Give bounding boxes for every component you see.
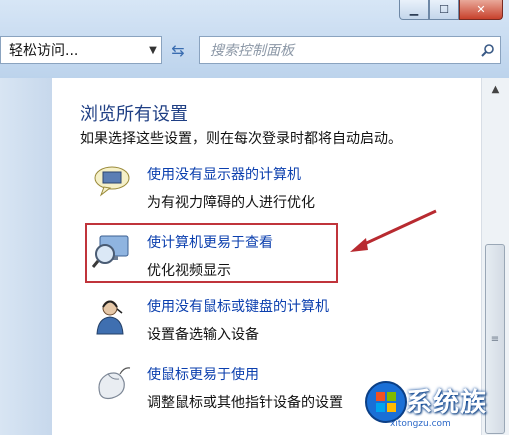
watermark-logo: 系统族 xitongzu.com — [362, 378, 509, 435]
annotation-arrow-icon — [350, 209, 437, 252]
minimize-icon: ▁ — [409, 3, 419, 16]
search-icon[interactable] — [476, 43, 500, 57]
scroll-up-icon[interactable]: ▲ — [482, 78, 509, 100]
setting-link[interactable]: 使用没有鼠标或键盘的计算机 — [147, 296, 329, 316]
highlight-box — [85, 223, 338, 283]
monitor-speech-icon — [92, 164, 132, 204]
left-pane — [0, 78, 52, 435]
search-input[interactable]: 搜索控制面板 — [200, 40, 476, 60]
maximize-button[interactable]: ☐ — [429, 0, 459, 20]
mouse-icon — [92, 364, 132, 404]
watermark-text: 系统族 — [406, 388, 488, 418]
minimize-button[interactable]: ▁ — [399, 0, 429, 20]
setting-description: 设置备选输入设备 — [147, 327, 259, 343]
breadcrumb[interactable]: 轻松访问... — [1, 40, 145, 60]
close-button[interactable]: ✕ — [459, 0, 503, 20]
setting-link[interactable]: 使鼠标更易于使用 — [147, 364, 259, 384]
setting-description: 为有视力障碍的人进行优化 — [147, 195, 315, 211]
title-buttons: ▁ ☐ ✕ — [399, 0, 503, 22]
refresh-icon: ⇆ — [171, 40, 185, 60]
close-icon: ✕ — [476, 3, 486, 16]
maximize-icon: ☐ — [439, 3, 449, 16]
setting-link[interactable]: 使用没有显示器的计算机 — [147, 164, 301, 184]
setting-description: 调整鼠标或其他指针设备的设置 — [147, 395, 343, 411]
user-headset-icon — [92, 296, 132, 336]
window-chrome: ▁ ☐ ✕ 轻松访问... ▼ ⇆ 搜索控制面板 — [0, 0, 509, 78]
page-description: 如果选择这些设置，则在每次登录时都将自动启动。 — [80, 131, 402, 147]
address-bar[interactable]: 轻松访问... ▼ — [0, 36, 162, 64]
search-box[interactable]: 搜索控制面板 — [199, 36, 501, 64]
watermark-url: xitongzu.com — [390, 419, 451, 429]
page-title: 浏览所有设置 — [80, 104, 188, 125]
refresh-button[interactable]: ⇆ — [165, 38, 191, 62]
windows-logo-icon — [365, 381, 407, 423]
chevron-down-icon[interactable]: ▼ — [145, 45, 161, 56]
